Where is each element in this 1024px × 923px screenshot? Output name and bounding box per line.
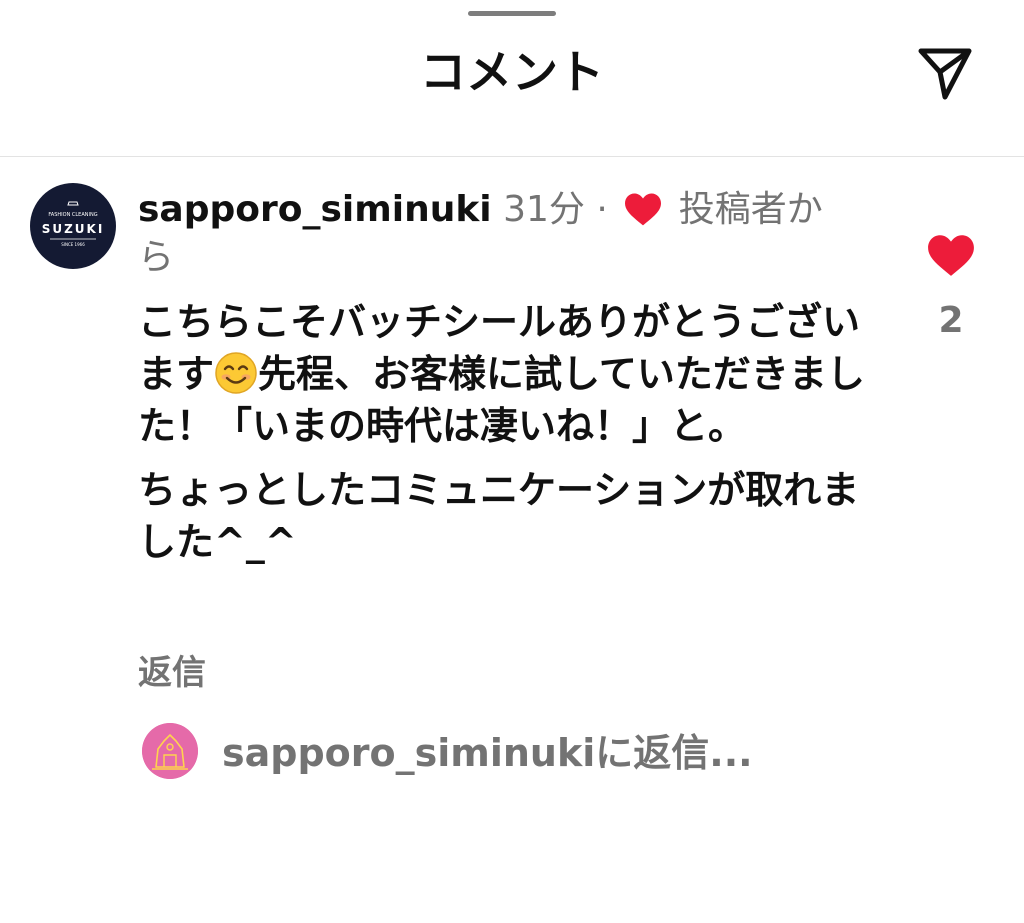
- heart-icon: [928, 235, 974, 276]
- comment-paragraph-1: こちらこそバッチシールありがとうございます 先程、お客様に試していただきました！…: [138, 296, 868, 452]
- like-count[interactable]: 2: [926, 298, 976, 344]
- comments-sheet: コメント FASHION CLEANING SUZUKI SINCE 1966 …: [0, 0, 1024, 923]
- share-button[interactable]: [912, 40, 978, 106]
- comment-username[interactable]: sapporo_siminuki: [138, 189, 492, 230]
- reply-mention: sapporo_siminuki: [222, 731, 596, 775]
- avatar-since: SINCE 1966: [61, 242, 85, 247]
- sheet-grabber[interactable]: [468, 11, 556, 16]
- page-title: コメント: [420, 45, 604, 99]
- heart-icon: [625, 193, 662, 226]
- current-user-avatar: [142, 723, 198, 779]
- header-divider: [0, 156, 1024, 157]
- comment-paragraph-2: ちょっとしたコミュニケーションが取れました^_^: [138, 468, 860, 564]
- comment-header: sapporo_siminuki 31分 · 投稿者から: [138, 186, 858, 282]
- reply-input[interactable]: sapporo_siminukiに返信...: [222, 727, 982, 779]
- avatar[interactable]: FASHION CLEANING SUZUKI SINCE 1966: [30, 183, 116, 269]
- like-button[interactable]: [926, 232, 976, 278]
- reply-button[interactable]: 返信: [138, 650, 206, 696]
- reply-placeholder-suffix: に返信...: [595, 731, 753, 775]
- meta-separator: ·: [596, 189, 608, 230]
- comment-time: 31分: [503, 189, 585, 230]
- smiling-face-emoji: [215, 352, 257, 394]
- avatar-brand-name: SUZUKI: [42, 222, 105, 236]
- comment-body: こちらこそバッチシールありがとうございます 先程、お客様に試していただきました！…: [138, 296, 868, 580]
- avatar-illustration: [142, 723, 198, 779]
- send-icon: [918, 48, 972, 100]
- suzuki-logo: FASHION CLEANING SUZUKI SINCE 1966: [42, 201, 105, 247]
- avatar-brand-small: FASHION CLEANING: [48, 212, 97, 218]
